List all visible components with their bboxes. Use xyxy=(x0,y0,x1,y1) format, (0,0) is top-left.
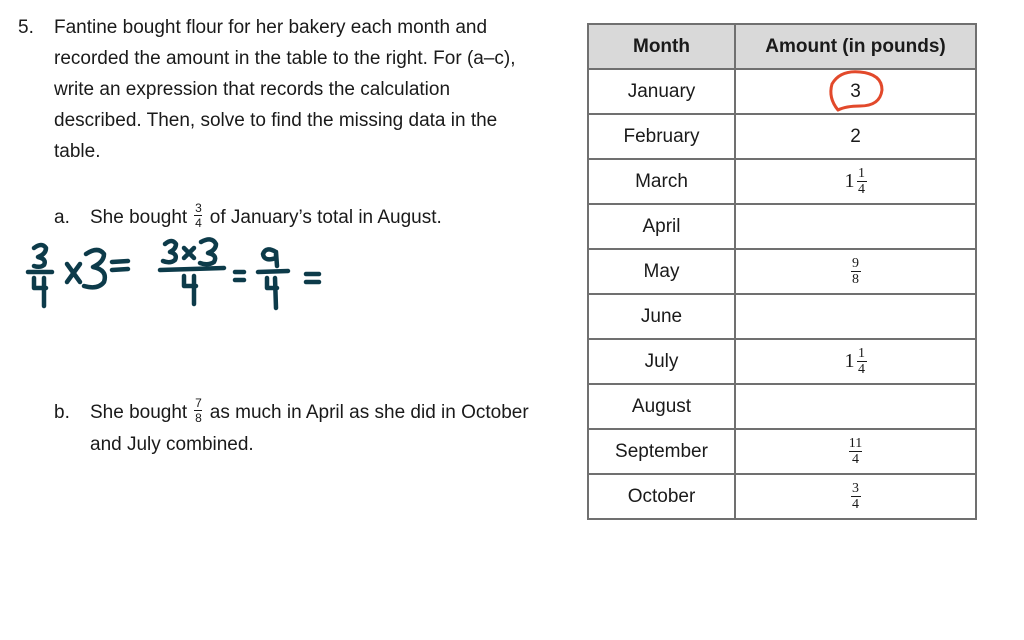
stem-line: Fantine bought flour for her bakery each… xyxy=(54,17,488,38)
table-row: January 3 xyxy=(587,68,977,115)
part-a-after: of January’s total in August. xyxy=(209,207,442,228)
amount-cell: 114 xyxy=(734,428,977,475)
amount-fraction: 98 xyxy=(850,256,861,287)
problem-5: 5. Fantine bought flour for her bakery e… xyxy=(18,12,563,167)
month-cell: June xyxy=(587,293,736,340)
amount-cell: 114 xyxy=(734,338,977,385)
amount-cell: 114 xyxy=(734,158,977,205)
part-b-before: She bought xyxy=(90,402,188,423)
month-cell: April xyxy=(587,203,736,250)
table-row: February 2 xyxy=(587,113,977,160)
hw-num-3b xyxy=(197,237,219,267)
part-b-text: She bought 7 8 as much in April as she d… xyxy=(90,397,564,461)
problem-number: 5. xyxy=(18,17,34,38)
month-cell: March xyxy=(587,158,736,205)
hw-three xyxy=(81,247,108,290)
hw-equals-1b xyxy=(109,266,131,273)
amount-fraction: 34 xyxy=(850,481,861,512)
hw-num-x xyxy=(181,245,197,261)
handwritten-work xyxy=(25,237,322,311)
amount-fraction: 14 xyxy=(856,166,867,197)
numerator: 7 xyxy=(195,396,202,411)
table-row: May 9 8 xyxy=(587,248,977,295)
table-body: January 3 February 2 March 1 1 4 April May 9 8 June J… xyxy=(587,68,977,520)
amount-fraction: 14 xyxy=(856,346,867,377)
header-month: Month xyxy=(587,23,736,70)
amount-cell: 2 xyxy=(734,113,977,160)
month-cell: July xyxy=(587,338,736,385)
part-b-after: as much in April as she did in October xyxy=(209,402,529,423)
part-b: b. She bought 7 8 as much in April as sh… xyxy=(54,397,564,461)
month-cell: February xyxy=(587,113,736,160)
numerator: 1 xyxy=(858,166,865,181)
hw-num-3a xyxy=(160,238,179,265)
amount-cell: 98 xyxy=(734,248,977,295)
table-row: April xyxy=(587,203,977,250)
part-b-letter: b. xyxy=(54,402,70,423)
denominator: 4 xyxy=(852,497,859,512)
amount-value: 2 xyxy=(850,125,861,147)
table-row: March 1 1 4 xyxy=(587,158,977,205)
month-cell: January xyxy=(587,68,736,115)
amount-cell: 3 xyxy=(734,68,977,115)
hw-denominator-4 xyxy=(31,275,49,309)
amount-cell xyxy=(734,293,977,340)
month-cell: May xyxy=(587,248,736,295)
hw-denominator-4b xyxy=(181,273,199,307)
denominator: 4 xyxy=(851,452,859,467)
hw-times xyxy=(64,261,83,285)
month-cell: August xyxy=(587,383,736,430)
stem-line: table. xyxy=(54,141,101,162)
flour-table: Month Amount (in pounds) January 3 Februar… xyxy=(587,23,977,520)
amount-fraction: 11 4 xyxy=(848,436,863,467)
fraction-seven-eighths: 7 8 xyxy=(194,396,203,426)
denominator: 8 xyxy=(852,272,859,287)
denominator: 4 xyxy=(858,182,865,197)
whole-number: 1 xyxy=(844,350,855,372)
table-row: July 1 1 4 xyxy=(587,338,977,385)
amount-cell xyxy=(734,203,977,250)
hw-numerator-3 xyxy=(31,242,49,270)
hw-fraction-bar-2 xyxy=(157,265,227,273)
denominator: 4 xyxy=(195,216,202,231)
problem-stem: Fantine bought flour for her bakery each… xyxy=(54,12,563,167)
numerator: 3 xyxy=(852,481,859,496)
table-row: August xyxy=(587,383,977,430)
header-amount: Amount (in pounds) xyxy=(734,23,977,70)
numerator: 1 xyxy=(858,346,865,361)
month-cell: September xyxy=(587,428,736,475)
part-a-text: She bought 3 4 of January’s total in Aug… xyxy=(90,202,554,234)
amount-cell: 34 xyxy=(734,473,977,520)
hw-denominator-4c xyxy=(264,275,280,311)
table-row: September 11 4 xyxy=(587,428,977,475)
whole-number: 1 xyxy=(844,170,855,192)
amount-value: 3 xyxy=(850,80,861,102)
part-b-line2: and July combined. xyxy=(90,434,254,455)
table-row: June xyxy=(587,293,977,340)
stem-line: write an expression that records the cal… xyxy=(54,79,451,100)
numerator: 3 xyxy=(195,201,202,216)
table-header-row: Month Amount (in pounds) xyxy=(587,23,977,70)
part-a-before: She bought xyxy=(90,207,188,228)
amount-cell xyxy=(734,383,977,430)
numerator: 11 xyxy=(848,436,863,451)
hw-nine xyxy=(260,247,280,269)
fraction-three-fourths: 3 4 xyxy=(194,201,203,231)
month-cell: October xyxy=(587,473,736,520)
numerator: 9 xyxy=(852,256,859,271)
part-a: a. She bought 3 4 of January’s total in … xyxy=(54,202,554,234)
hw-fraction-bar-3 xyxy=(255,268,291,275)
part-a-letter: a. xyxy=(54,207,70,228)
stem-line: described. Then, solve to find the missi… xyxy=(54,110,498,131)
table-row: October 3 4 xyxy=(587,473,977,520)
hw-equals-1a xyxy=(109,258,131,265)
denominator: 8 xyxy=(195,411,202,426)
stem-line: recorded the amount in the table to the … xyxy=(54,48,516,69)
denominator: 4 xyxy=(858,362,865,377)
